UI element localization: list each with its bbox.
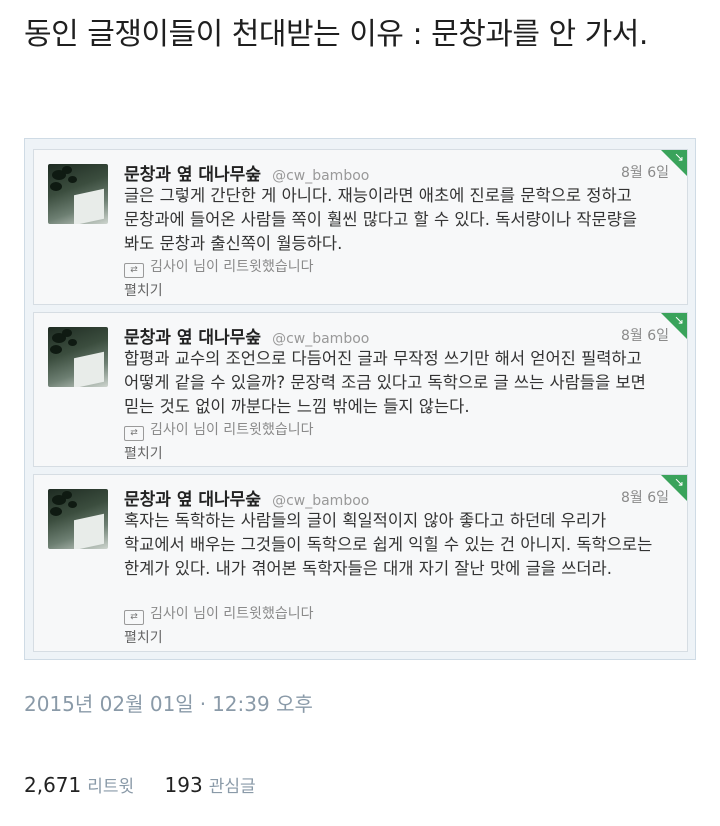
retweet-note-text: 김사이 님이 리트윗했습니다 [150,606,314,622]
post-date[interactable]: 2015년 02월 01일 [24,692,194,716]
timestamp-separator: · [199,692,207,716]
retweet-note: ⇄ 김사이 님이 리트윗했습니다 [124,603,313,625]
retweet-note: ⇄ 김사이 님이 리트윗했습니다 [124,256,313,278]
tweet-text: 글은 그렇게 간단한 게 아니다. 재능이라면 애초에 진로를 문학으로 정하고… [124,186,638,253]
embedded-tweet-screenshot: ↘ 문창과 옆 대나무숲 @cw_bamboo 8월 6일 글은 그렇게 간단한… [24,138,696,660]
retweet-icon: ⇄ [124,610,144,625]
tweet-card[interactable]: ↘ 문창과 옆 대나무숲 @cw_bamboo 8월 6일 혹자는 독학하는 사… [33,474,688,652]
tweet-text: 합평과 교수의 조언으로 다듬어진 글과 무작정 쓰기만 해서 얻어진 필력하고… [124,349,646,416]
tweet-author-name[interactable]: 문창과 옆 대나무숲 [124,165,261,185]
post-timestamp[interactable]: 2015년 02월 01일 · 12:39 오후 [24,688,313,717]
tweet-author-name[interactable]: 문창과 옆 대나무숲 [124,328,261,348]
tweet-card[interactable]: ↘ 문창과 옆 대나무숲 @cw_bamboo 8월 6일 합평과 교수의 조언… [33,312,688,467]
tweet-date[interactable]: 8월 6일 [621,325,669,345]
retweet-note-text: 김사이 님이 리트윗했습니다 [150,422,314,438]
tweet-author-handle[interactable]: @cw_bamboo [272,168,369,184]
avatar[interactable] [48,489,108,549]
tweet-date[interactable]: 8월 6일 [621,487,669,507]
retweet-arrow-icon: ↘ [673,313,684,327]
retweets-label[interactable]: 리트윗 [87,777,134,797]
retweet-icon: ⇄ [124,263,144,278]
expand-link[interactable]: 펼치기 [124,627,163,647]
retweets-count[interactable]: 2,671 [24,773,81,797]
retweet-note-text: 김사이 님이 리트윗했습니다 [150,259,314,275]
tweet-author-handle[interactable]: @cw_bamboo [272,493,369,509]
expand-link[interactable]: 펼치기 [124,443,163,463]
avatar[interactable] [48,164,108,224]
tweet-card[interactable]: ↘ 문창과 옆 대나무숲 @cw_bamboo 8월 6일 글은 그렇게 간단한… [33,149,688,305]
tweet-author-name[interactable]: 문창과 옆 대나무숲 [124,490,261,510]
retweet-arrow-icon: ↘ [673,475,684,489]
retweet-note: ⇄ 김사이 님이 리트윗했습니다 [124,419,313,441]
retweet-icon: ⇄ [124,426,144,441]
expand-link[interactable]: 펼치기 [124,280,163,300]
likes-label[interactable]: 관심글 [209,777,256,797]
avatar[interactable] [48,327,108,387]
tweet-author-handle[interactable]: @cw_bamboo [272,331,369,347]
retweet-arrow-icon: ↘ [673,150,684,164]
engagement-stats: 2,671 리트윗 193 관심글 [24,772,280,797]
post-time[interactable]: 12:39 오후 [212,692,313,716]
tweet-date[interactable]: 8월 6일 [621,162,669,182]
likes-count[interactable]: 193 [165,773,203,797]
tweet-text: 혹자는 독학하는 사람들의 글이 획일적이지 않아 좋다고 하던데 우리가 학교… [124,511,653,578]
post-title: 동인 글쟁이들이 천대받는 이유 : 문창과를 안 가서. [24,17,648,52]
